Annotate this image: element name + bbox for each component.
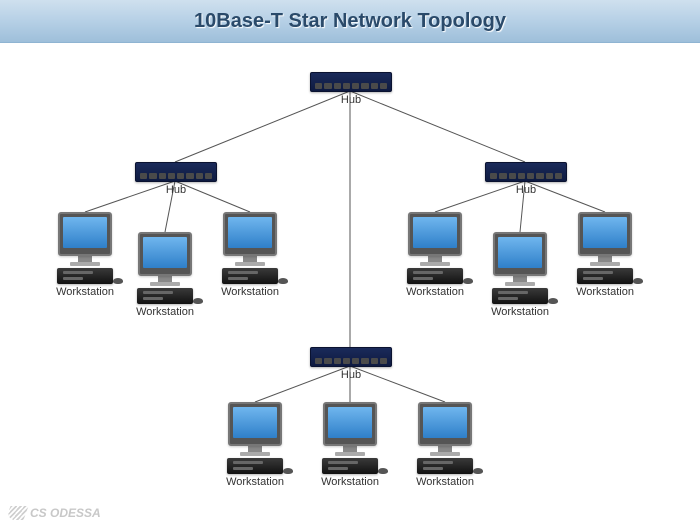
workstation-node: Workstation — [410, 402, 480, 488]
workstation-node: Workstation — [485, 232, 555, 318]
monitor-icon — [223, 212, 277, 256]
computer-tower-icon — [137, 288, 193, 304]
workstation-label: Workstation — [400, 286, 470, 298]
workstation-label: Workstation — [570, 286, 640, 298]
workstation-label: Workstation — [410, 476, 480, 488]
computer-tower-icon — [417, 458, 473, 474]
mouse-icon — [283, 468, 293, 474]
watermark-logo-icon — [5, 506, 28, 520]
mouse-icon — [193, 298, 203, 304]
monitor-icon — [578, 212, 632, 256]
mouse-icon — [278, 278, 288, 284]
monitor-icon — [408, 212, 462, 256]
mouse-icon — [548, 298, 558, 304]
workstation-node: Workstation — [50, 212, 120, 298]
mouse-icon — [473, 468, 483, 474]
workstation-node: Workstation — [220, 402, 290, 488]
workstation-node: Workstation — [570, 212, 640, 298]
monitor-icon — [493, 232, 547, 276]
computer-tower-icon — [492, 288, 548, 304]
monitor-icon — [138, 232, 192, 276]
workstation-node: Workstation — [215, 212, 285, 298]
computer-tower-icon — [407, 268, 463, 284]
monitor-icon — [228, 402, 282, 446]
computer-tower-icon — [577, 268, 633, 284]
workstation-label: Workstation — [130, 306, 200, 318]
hub-node: Hub — [310, 347, 392, 381]
hub-icon — [485, 162, 567, 182]
computer-tower-icon — [227, 458, 283, 474]
monitor-icon — [323, 402, 377, 446]
mouse-icon — [633, 278, 643, 284]
hub-node: Hub — [135, 162, 217, 196]
workstation-label: Workstation — [50, 286, 120, 298]
diagram-title: 10Base-T Star Network Topology — [194, 10, 506, 33]
workstation-node: Workstation — [130, 232, 200, 318]
monitor-icon — [418, 402, 472, 446]
mouse-icon — [463, 278, 473, 284]
watermark: CS ODESSA — [8, 506, 101, 520]
hub-label: Hub — [310, 94, 392, 106]
diagram-canvas: Hub Hub Workstation Workstation Workstation H… — [0, 42, 700, 526]
hub-label: Hub — [310, 369, 392, 381]
hub-icon — [310, 72, 392, 92]
mouse-icon — [113, 278, 123, 284]
workstation-label: Workstation — [485, 306, 555, 318]
hub-label: Hub — [485, 184, 567, 196]
mouse-icon — [378, 468, 388, 474]
hub-label: Hub — [135, 184, 217, 196]
workstation-label: Workstation — [315, 476, 385, 488]
title-bar: 10Base-T Star Network Topology — [0, 0, 700, 43]
hub-node: Hub — [485, 162, 567, 196]
workstation-node: Workstation — [315, 402, 385, 488]
computer-tower-icon — [57, 268, 113, 284]
monitor-icon — [58, 212, 112, 256]
watermark-text: CS ODESSA — [30, 506, 101, 520]
hub-icon — [310, 347, 392, 367]
hub-icon — [135, 162, 217, 182]
computer-tower-icon — [222, 268, 278, 284]
workstation-label: Workstation — [220, 476, 290, 488]
workstation-label: Workstation — [215, 286, 285, 298]
hub-node: Hub — [310, 72, 392, 106]
computer-tower-icon — [322, 458, 378, 474]
workstation-node: Workstation — [400, 212, 470, 298]
